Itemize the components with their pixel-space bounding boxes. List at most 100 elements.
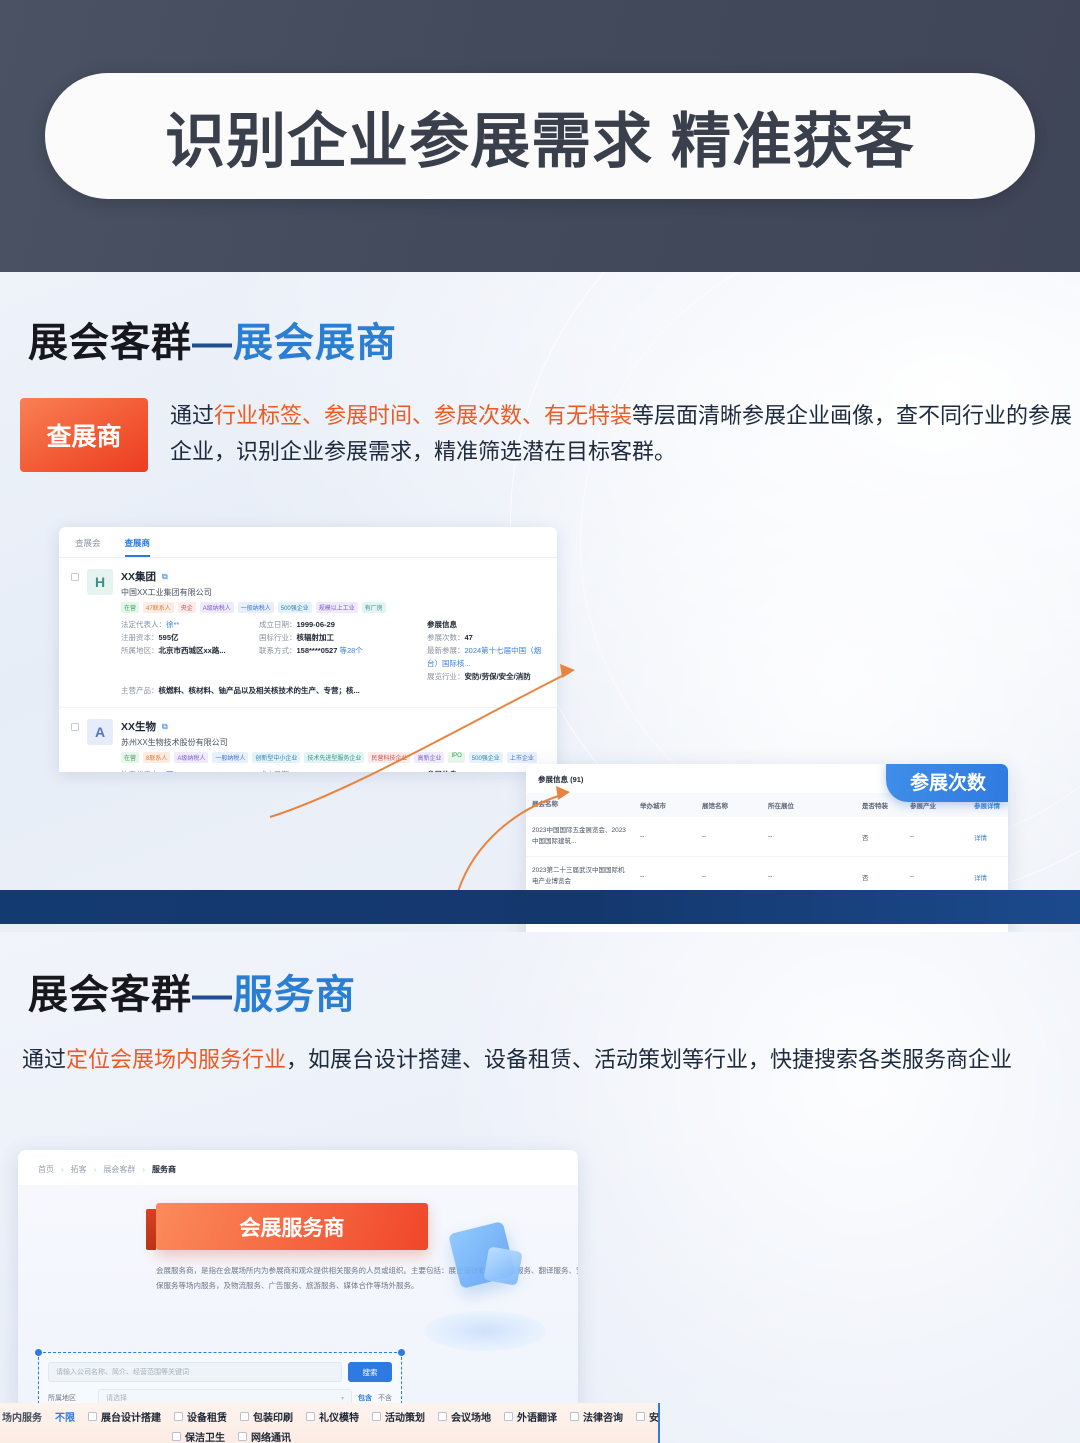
copy-icon[interactable]: ⧉: [162, 572, 168, 582]
service-illustration: [410, 1209, 560, 1359]
list-item[interactable]: A XX生物 ⧉ 苏州XX生物技术股份有限公司 在营 8联系人 A级纳税人 一般纳…: [59, 708, 557, 772]
company-tags: 在营 47联系人 央企 A级纳税人 一般纳税人 500强企业 规模以上工业 有厂…: [121, 602, 543, 613]
toggle-exclude-region[interactable]: 不含: [378, 1393, 392, 1403]
section2-heading-sub: 服务商: [233, 973, 356, 1017]
exhibition-info-title: 参展信息: [427, 620, 457, 629]
tag: 在营: [121, 602, 140, 613]
column-header: 展馆名称: [702, 803, 728, 810]
checkbox-label: 礼仪模特: [319, 1413, 359, 1424]
desc-highlight: 行业标签、参展时间、参展次数、有无特装: [214, 403, 633, 428]
search-button[interactable]: 搜索: [348, 1362, 392, 1382]
desc2-part-a: 通过: [22, 1047, 67, 1072]
section2-description: 通过定位会展场内服务行业，如展台设计搭建、设备租赁、活动策划等行业，快捷搜索各类…: [22, 1042, 1012, 1074]
breadcrumb-item-exhibition-audience[interactable]: 展会客群: [103, 1164, 135, 1175]
hero-pill: 识别企业参展需求 精准获客: [45, 73, 1035, 199]
tag: 47联系人: [143, 602, 174, 613]
field-label: 成立日期：: [259, 770, 297, 772]
section2-heading: 展会客群—服务商: [28, 962, 356, 1020]
checkbox-box: [88, 1412, 97, 1421]
cell-detail-link[interactable]: 详情: [968, 872, 1008, 882]
cell-city: --: [640, 873, 645, 881]
cell-special: 否: [862, 834, 869, 842]
checkbox-box: [504, 1412, 513, 1421]
checkbox-legal-consulting[interactable]: 法律咨询: [570, 1409, 623, 1424]
field-label: 成立日期：: [259, 620, 297, 629]
cell-hall: --: [702, 873, 707, 881]
checkbox-meeting-venue[interactable]: 会议场地: [438, 1409, 491, 1424]
field-value: 核辐射加工: [296, 632, 335, 642]
hero-banner: 识别企业参展需求 精准获客: [0, 0, 1080, 272]
contact-more-link[interactable]: 等28个: [339, 646, 362, 655]
filter-label-region: 所属地区: [48, 1395, 76, 1402]
checkbox-label: 安保防护: [649, 1413, 659, 1424]
field-value: 徐**: [166, 620, 180, 629]
checkbox-packaging-printing[interactable]: 包装印刷: [240, 1409, 293, 1424]
toggle-include-region[interactable]: 包含: [358, 1393, 372, 1403]
breadcrumb-item-acquisition[interactable]: 拓客: [71, 1164, 87, 1175]
section1-description-row: 查展商 通过行业标签、参展时间、参展次数、有无特装等层面清晰参展企业画像，查不同…: [20, 398, 1080, 472]
column-header: 是否特装: [862, 803, 888, 810]
checkbox-etiquette-models[interactable]: 礼仪模特: [306, 1409, 359, 1424]
section1-heading-dash: —: [192, 321, 233, 365]
checkbox-label: 设备租赁: [187, 1413, 227, 1424]
field-label: 法定代表人：: [121, 620, 166, 629]
copy-icon[interactable]: ⧉: [162, 722, 168, 732]
breadcrumb-item-home[interactable]: 首页: [38, 1164, 54, 1175]
field-label: 联系方式：: [259, 645, 297, 655]
checkbox-network-communication[interactable]: 网络通讯: [238, 1429, 291, 1443]
tag: 在营: [121, 752, 140, 764]
cell-special: 否: [862, 874, 869, 882]
tag: 500强企业: [277, 602, 312, 613]
checkbox-box: [306, 1412, 315, 1421]
checkbox-label: 法律咨询: [583, 1413, 623, 1424]
field-value: 595亿: [158, 632, 179, 642]
checkbox-label: 展台设计搭建: [101, 1413, 161, 1424]
checkbox-translation[interactable]: 外语翻译: [504, 1409, 557, 1424]
search-input[interactable]: 请输入公司名称、简介、经营范围等关键词: [48, 1362, 342, 1382]
option-any[interactable]: 不限: [55, 1409, 75, 1424]
tag: 有厂房: [361, 602, 386, 613]
row-checkbox[interactable]: [71, 723, 79, 732]
company-full-name: 苏州XX生物技术股份有限公司: [121, 738, 228, 748]
column-header: 所在展位: [768, 803, 794, 810]
field-label: 国标行业：: [259, 632, 297, 642]
breadcrumb: 首页 › 拓客 › 展会客群 › 服务商: [18, 1150, 578, 1185]
checkbox-box: [174, 1412, 183, 1421]
cell-detail-link[interactable]: 详情: [968, 832, 1008, 842]
checkbox-box: [570, 1412, 579, 1421]
lookup-exhibitor-badge: 查展商: [20, 398, 148, 472]
company-full-name: 中国XX工业集团有限公司: [121, 588, 212, 597]
illustration-disc: [424, 1311, 546, 1351]
breadcrumb-separator: ›: [93, 1165, 97, 1174]
checkbox-event-planning[interactable]: 活动策划: [372, 1409, 425, 1424]
checkbox-security[interactable]: 安保防护: [636, 1409, 659, 1424]
breadcrumb-separator: ›: [61, 1165, 64, 1174]
table-row[interactable]: 2023中国国际五金展览会、2023中国国际建筑... -- -- -- 否 -…: [526, 817, 1008, 858]
checkbox-cleaning[interactable]: 保洁卫生: [172, 1429, 225, 1443]
checkbox-booth-design[interactable]: 展台设计搭建: [88, 1409, 161, 1424]
list-item[interactable]: H XX集团 ⧉ 中国XX工业集团有限公司 在营 47联系人 央企 A级纳税人 一…: [59, 558, 557, 709]
checkbox-equipment-rental[interactable]: 设备租赁: [174, 1409, 227, 1424]
tab-exhibitions[interactable]: 查展会: [75, 537, 101, 557]
cell-exhibition-name: 2023第二十三届武汉中国国际机电产业博览会: [532, 867, 625, 885]
section1-heading-sub: 展会展商: [233, 321, 397, 365]
selection-handle-top-right[interactable]: [398, 1349, 405, 1356]
tag: 央企: [177, 602, 196, 613]
field-value: 核燃料、核材料、铀产品以及相关核技术的生产、专营；核...: [158, 686, 360, 696]
checkbox-label: 外语翻译: [517, 1413, 557, 1424]
tag: 8联系人: [143, 752, 171, 764]
cell-hall: --: [702, 833, 707, 841]
desc2-highlight: 定位会展场内服务行业: [66, 1047, 287, 1072]
section2-heading-dash: —: [192, 973, 233, 1017]
tab-exhibitors[interactable]: 查展商: [124, 537, 151, 557]
checkbox-box: [238, 1432, 247, 1441]
row-checkbox[interactable]: [71, 573, 79, 581]
service-banner-title: 会展服务商: [146, 1203, 428, 1250]
selection-handle-top-left[interactable]: [35, 1349, 42, 1356]
filter-value-region: 请选择: [106, 1395, 127, 1402]
company-short-name: XX生物: [121, 721, 157, 734]
field-value: 2010-05-25: [297, 770, 335, 772]
field-label: 法定代表人：: [121, 770, 166, 772]
avatar: A: [87, 719, 113, 746]
field-label: 展览行业：: [427, 671, 465, 681]
